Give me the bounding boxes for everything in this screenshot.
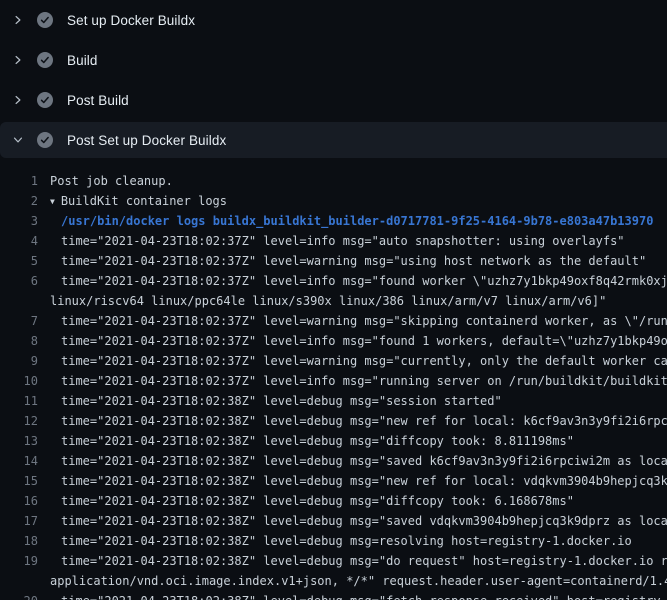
log-line-number [0, 291, 38, 311]
log-line-text: ▼ BuildKit container logs [50, 191, 227, 211]
log-line: 4 time="2021-04-23T18:02:37Z" level=info … [0, 231, 667, 251]
log-line-number[interactable]: 15 [0, 471, 38, 491]
step-row-build[interactable]: Build [0, 40, 667, 80]
log-line-text: time="2021-04-23T18:02:38Z" level=debug … [50, 531, 632, 551]
log-line-text: time="2021-04-23T18:02:37Z" level=info m… [50, 231, 625, 251]
log-line-number[interactable]: 6 [0, 271, 38, 291]
log-line: 11 time="2021-04-23T18:02:38Z" level=debu… [0, 391, 667, 411]
log-line-number[interactable]: 20 [0, 591, 38, 600]
log-line: 16 time="2021-04-23T18:02:38Z" level=debu… [0, 491, 667, 511]
group-title[interactable]: BuildKit container logs [61, 194, 227, 208]
log-line: 1 Post job cleanup. [0, 171, 667, 191]
log-line: 5 time="2021-04-23T18:02:37Z" level=warni… [0, 251, 667, 271]
steps-list: Set up Docker Buildx Build Post Build Post … [0, 0, 667, 158]
log-line-number[interactable]: 14 [0, 451, 38, 471]
log-line: 13 time="2021-04-23T18:02:38Z" level=debu… [0, 431, 667, 451]
log-viewer: 1 Post job cleanup. 2 ▼ BuildKit container l… [0, 158, 667, 600]
log-line-text: time="2021-04-23T18:02:37Z" level=info m… [50, 331, 667, 351]
log-line-number [0, 571, 38, 591]
log-line: 7 time="2021-04-23T18:02:37Z" level=warni… [0, 311, 667, 331]
chevron-down-icon [13, 133, 23, 147]
check-circle-icon [37, 92, 53, 108]
step-row-post-set-up-docker-buildx[interactable]: Post Set up Docker Buildx [0, 122, 667, 158]
log-line-number[interactable]: 11 [0, 391, 38, 411]
log-line-number[interactable]: 17 [0, 511, 38, 531]
log-line-text: time="2021-04-23T18:02:37Z" level=warnin… [50, 251, 646, 271]
log-line-text: time="2021-04-23T18:02:38Z" level=debug … [50, 511, 667, 531]
log-line-number[interactable]: 12 [0, 411, 38, 431]
chevron-right-icon [13, 13, 23, 27]
log-line-number[interactable]: 5 [0, 251, 38, 271]
log-line: 20 time="2021-04-23T18:02:38Z" level=debu… [0, 591, 667, 600]
log-line-text: time="2021-04-23T18:02:37Z" level=warnin… [50, 351, 667, 371]
log-line-number[interactable]: 19 [0, 551, 38, 571]
log-line-number[interactable]: 13 [0, 431, 38, 451]
check-circle-icon [37, 132, 53, 148]
log-line-continuation: application/vnd.oci.image.index.v1+json,… [0, 571, 667, 591]
log-line-text: time="2021-04-23T18:02:38Z" level=debug … [50, 591, 667, 600]
log-line: 3/usr/bin/docker logs buildx_buildkit_bu… [0, 211, 667, 231]
log-line-text: time="2021-04-23T18:02:38Z" level=debug … [50, 491, 574, 511]
log-line-number[interactable]: 9 [0, 351, 38, 371]
group-collapse-caret-icon[interactable]: ▼ [50, 192, 55, 212]
log-line-text: Post job cleanup. [50, 171, 173, 191]
log-line: 8 time="2021-04-23T18:02:37Z" level=info … [0, 331, 667, 351]
step-label: Build [67, 53, 98, 68]
step-row-post-build[interactable]: Post Build [0, 80, 667, 120]
log-line-text: time="2021-04-23T18:02:38Z" level=debug … [50, 451, 667, 471]
log-line-text: time="2021-04-23T18:02:38Z" level=debug … [50, 551, 667, 571]
log-line: 15 time="2021-04-23T18:02:38Z" level=debu… [0, 471, 667, 491]
step-label: Post Build [67, 93, 129, 108]
log-line: 9 time="2021-04-23T18:02:37Z" level=warni… [0, 351, 667, 371]
log-line: 14 time="2021-04-23T18:02:38Z" level=debu… [0, 451, 667, 471]
log-line: 12 time="2021-04-23T18:02:38Z" level=debu… [0, 411, 667, 431]
log-line-text: time="2021-04-23T18:02:38Z" level=debug … [50, 431, 574, 451]
log-line-text: time="2021-04-23T18:02:38Z" level=debug … [50, 391, 502, 411]
log-line-number[interactable]: 1 [0, 171, 38, 191]
log-line-number[interactable]: 3 [0, 211, 38, 231]
log-line-text: time="2021-04-23T18:02:37Z" level=info m… [50, 271, 667, 291]
chevron-right-icon [13, 93, 23, 107]
step-label: Set up Docker Buildx [67, 13, 195, 28]
log-line-continuation: linux/riscv64 linux/ppc64le linux/s390x … [0, 291, 667, 311]
log-line: 17 time="2021-04-23T18:02:38Z" level=debu… [0, 511, 667, 531]
chevron-right-icon [13, 53, 23, 67]
log-line-number[interactable]: 10 [0, 371, 38, 391]
log-line-text: time="2021-04-23T18:02:37Z" level=warnin… [50, 311, 667, 331]
log-line-text: application/vnd.oci.image.index.v1+json,… [50, 571, 667, 591]
log-line: 6 time="2021-04-23T18:02:37Z" level=info … [0, 271, 667, 291]
log-line-number[interactable]: 7 [0, 311, 38, 331]
log-line-text: time="2021-04-23T18:02:38Z" level=debug … [50, 471, 667, 491]
log-line-number[interactable]: 4 [0, 231, 38, 251]
step-row-set-up-docker-buildx[interactable]: Set up Docker Buildx [0, 0, 667, 40]
step-label: Post Set up Docker Buildx [67, 133, 226, 148]
log-line: 19 time="2021-04-23T18:02:38Z" level=debu… [0, 551, 667, 571]
log-line-number[interactable]: 2 [0, 191, 38, 211]
log-line: 18 time="2021-04-23T18:02:38Z" level=debu… [0, 531, 667, 551]
check-circle-icon [37, 52, 53, 68]
log-command-text: /usr/bin/docker logs buildx_buildkit_bui… [50, 211, 653, 231]
log-line: 2 ▼ BuildKit container logs [0, 191, 667, 211]
check-circle-icon [37, 12, 53, 28]
log-line-number[interactable]: 16 [0, 491, 38, 511]
log-line-text: linux/riscv64 linux/ppc64le linux/s390x … [50, 291, 606, 311]
log-line-text: time="2021-04-23T18:02:37Z" level=info m… [50, 371, 667, 391]
log-line-number[interactable]: 18 [0, 531, 38, 551]
log-line-number[interactable]: 8 [0, 331, 38, 351]
log-line-text: time="2021-04-23T18:02:38Z" level=debug … [50, 411, 667, 431]
log-line: 10 time="2021-04-23T18:02:37Z" level=info… [0, 371, 667, 391]
